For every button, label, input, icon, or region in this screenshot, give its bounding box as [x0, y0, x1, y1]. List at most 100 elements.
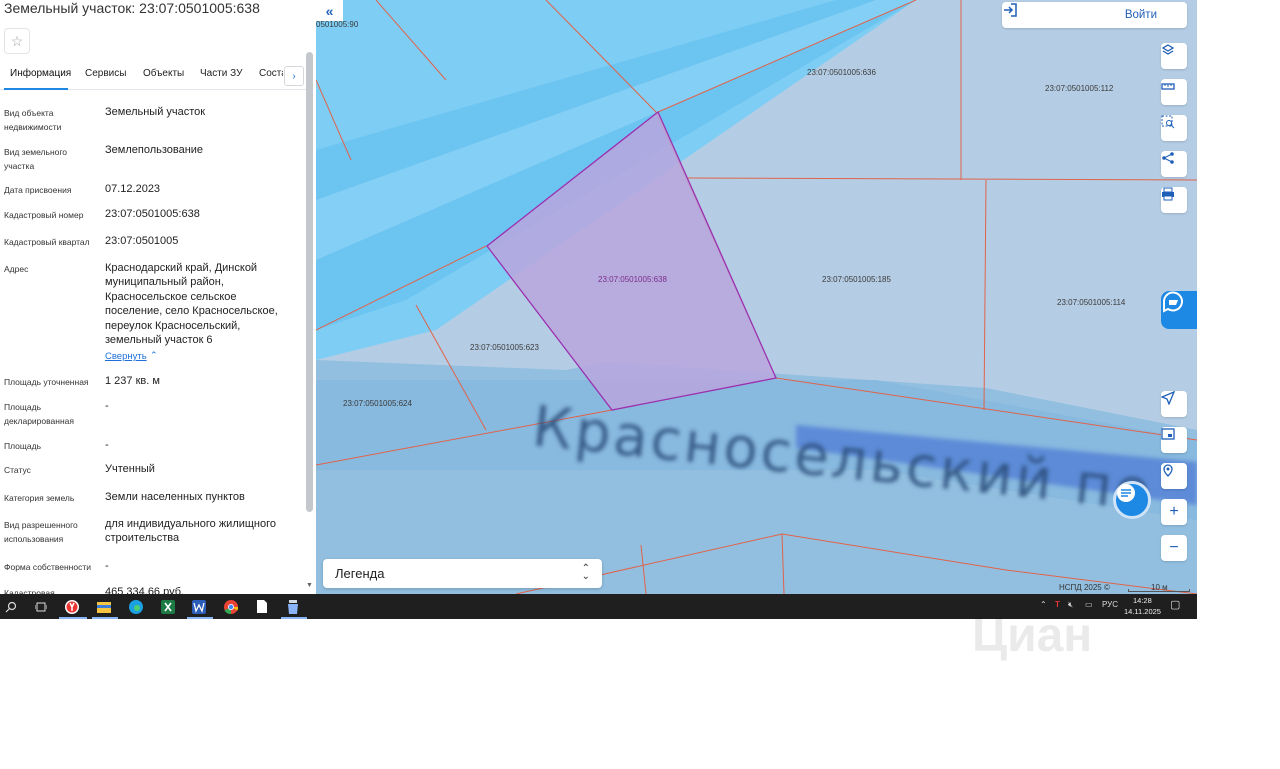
printer-icon — [1162, 187, 1174, 201]
chevron-right-icon: › — [292, 70, 296, 82]
legend-label: Легенда — [335, 566, 385, 581]
login-button[interactable]: Войти — [1002, 2, 1187, 28]
parcel-label: 23:07:0501005:636 — [807, 68, 877, 77]
zoom-out-button[interactable]: − — [1161, 535, 1187, 561]
edge-browser-icon[interactable] — [126, 597, 146, 616]
tab-parts[interactable]: Части ЗУ — [200, 68, 242, 79]
star-icon: ☆ — [10, 32, 24, 49]
search-icon[interactable] — [1, 597, 21, 616]
map-canvas: 0501005:90 23:07:0501005:636 23:07:05010… — [316, 0, 1197, 594]
yandex-browser-icon[interactable] — [62, 597, 82, 616]
double-chevron-left-icon: « — [325, 2, 334, 19]
row-label: Адрес — [4, 264, 29, 274]
print-button[interactable] — [1161, 187, 1187, 213]
tabs-next-button[interactable]: › — [284, 66, 304, 86]
area-select-button[interactable] — [1161, 115, 1187, 141]
layers-button[interactable] — [1161, 43, 1187, 69]
row-label: Статус — [4, 465, 31, 475]
row-label: Кадастровая — [4, 588, 55, 594]
favorite-star-button[interactable]: ☆ — [4, 28, 30, 54]
geolocation-button[interactable] — [1161, 391, 1187, 417]
row-value: Землепользование — [105, 144, 204, 156]
row-value: - — [105, 560, 109, 572]
row-label: Вид объекта недвижимости — [4, 108, 62, 132]
collapse-panel-button[interactable]: « — [316, 0, 343, 21]
document-icon[interactable] — [252, 597, 272, 616]
location-pin-icon — [1163, 464, 1173, 477]
login-label: Войти — [1124, 9, 1157, 21]
row-label: Кадастровый номер — [4, 210, 84, 220]
task-view-icon[interactable] — [31, 597, 51, 616]
row-label: Форма собственности — [4, 562, 91, 572]
chat-icon — [1117, 484, 1135, 502]
watermark-text: Циан — [972, 609, 1093, 662]
active-tab-indicator — [4, 88, 68, 90]
chrome-icon[interactable] — [221, 597, 241, 616]
row-label: Дата присвоения — [4, 185, 72, 195]
row-value: 07.12.2023 — [105, 183, 161, 195]
parcel-label: 0501005:90 — [316, 20, 359, 29]
parcel-label: 23:07:0501005:638 — [598, 275, 668, 284]
row-label: Категория земель — [4, 493, 75, 503]
address-value: Краснодарский край, Динской муниципальны… — [105, 262, 278, 347]
word-icon[interactable] — [189, 597, 209, 616]
row-label: Вид разрешенного использования — [4, 520, 78, 544]
share-icon — [1162, 152, 1174, 164]
parcel-label: 23:07:0501005:114 — [1057, 298, 1126, 307]
row-value: 1 237 кв. м — [105, 375, 160, 387]
panel-scrollbar[interactable] — [306, 52, 313, 512]
tab-services[interactable]: Сервисы — [85, 68, 126, 79]
minimap-button[interactable] — [1161, 427, 1187, 453]
map-view[interactable]: 0501005:90 23:07:0501005:636 23:07:05010… — [316, 0, 1197, 594]
notifications-icon[interactable]: ▢ — [1170, 598, 1180, 611]
row-label: Кадастровый квартал — [4, 237, 90, 247]
tab-bar: Информация Сервисы Объекты Части ЗУ Сост… — [0, 62, 306, 90]
parcel-label: 23:07:0501005:623 — [470, 343, 540, 352]
row-label: Площадь декларированная — [4, 402, 74, 426]
scale-bar — [1128, 589, 1190, 592]
legend-dropdown[interactable]: Легенда ⌃ ⌄ — [323, 559, 602, 588]
ruler-button[interactable] — [1161, 79, 1187, 105]
share-button[interactable] — [1161, 151, 1187, 177]
tab-composition[interactable]: Соста — [259, 68, 283, 79]
screen: Земельный участок: 23:07:0501005:638 ☆ И… — [0, 0, 1197, 619]
scroll-down-arrow-icon[interactable]: ▼ — [306, 582, 313, 589]
location-pin-button[interactable] — [1161, 463, 1187, 489]
parcel-label: 23:07:0501005:185 — [822, 275, 892, 284]
minimap-icon — [1161, 428, 1175, 440]
excel-icon[interactable] — [158, 597, 178, 616]
row-value: 465 334,66 руб. — [105, 586, 185, 594]
collapse-link[interactable]: Свернуть — [105, 351, 147, 362]
active-app-indicator — [187, 617, 213, 619]
active-app-indicator — [92, 617, 118, 619]
zoom-in-button[interactable]: + — [1161, 499, 1187, 525]
row-value: Учтенный — [105, 463, 155, 475]
up-down-chevron-icon: ⌃ ⌄ — [581, 563, 590, 582]
app-icon[interactable] — [283, 597, 303, 616]
chat-button[interactable] — [1113, 481, 1151, 519]
assistant-button[interactable] — [1161, 291, 1197, 329]
row-label: Площадь уточненная — [4, 377, 89, 387]
info-panel: Земельный участок: 23:07:0501005:638 ☆ И… — [0, 0, 316, 594]
minus-icon: − — [1169, 539, 1179, 556]
watermark-logo: Циан — [942, 600, 1142, 680]
parcel-label: 23:07:0501005:112 — [1045, 84, 1114, 93]
row-value: 23:07:0501005:638 — [105, 208, 200, 220]
tab-information[interactable]: Информация — [10, 68, 71, 79]
row-value: - — [105, 400, 109, 412]
row-value: Земли населенных пунктов — [105, 491, 245, 503]
parcel-label: 23:07:0501005:624 — [343, 399, 413, 408]
plus-icon: + — [1169, 503, 1179, 520]
area-search-icon — [1161, 115, 1175, 129]
file-explorer-icon[interactable] — [94, 597, 114, 616]
chevron-up-icon: ⌃ — [150, 350, 158, 360]
layers-icon — [1161, 44, 1175, 55]
ruler-icon — [1161, 83, 1175, 90]
panel-title: Земельный участок: 23:07:0501005:638 — [4, 0, 260, 16]
login-icon — [1004, 3, 1017, 17]
tab-objects[interactable]: Объекты — [143, 68, 184, 79]
map-copyright: НСПД 2025 © — [1059, 583, 1110, 592]
active-app-indicator — [59, 617, 87, 619]
row-value: Земельный участок — [105, 106, 206, 118]
row-value: 23:07:0501005 — [105, 235, 179, 247]
